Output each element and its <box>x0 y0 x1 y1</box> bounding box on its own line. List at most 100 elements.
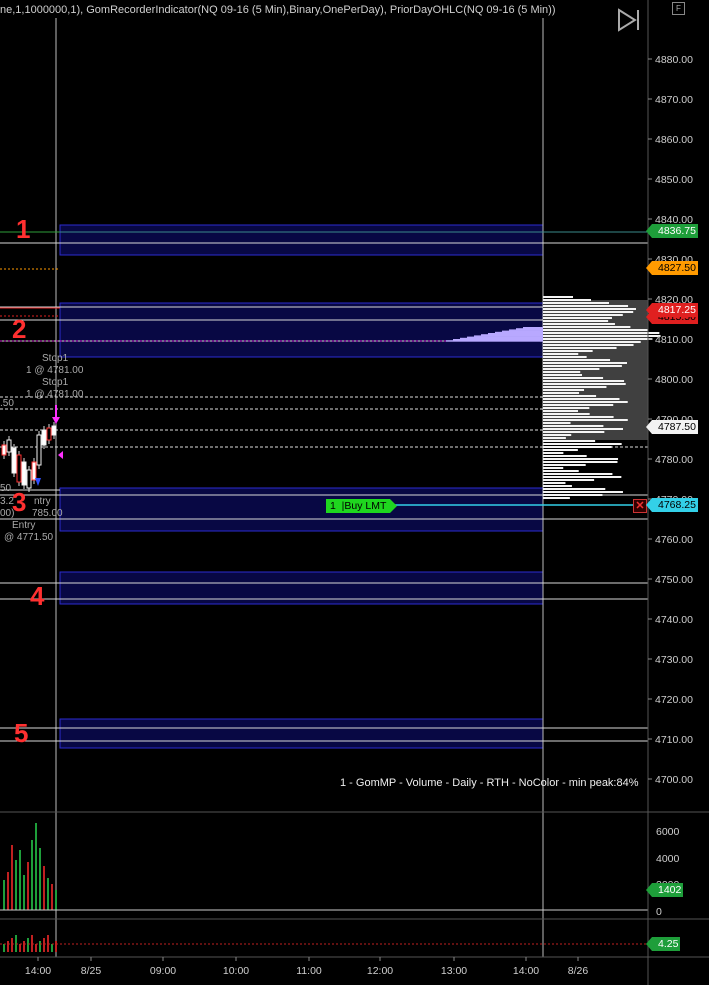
profile-bar <box>543 434 572 436</box>
entry-label-cut: ntry <box>34 496 51 507</box>
price-tick-label: 4740.00 <box>655 614 693 626</box>
price-tick-label: 4760.00 <box>655 534 693 546</box>
chart-control-button[interactable]: F <box>672 2 685 15</box>
price-tick-label: 4720.00 <box>655 694 693 706</box>
profile-bar <box>543 443 622 445</box>
volume-bar <box>19 850 21 910</box>
buy-limit-order[interactable]: 1 |Buy LMT <box>326 499 398 513</box>
price-tag-zone1: 4836.75 <box>646 224 698 238</box>
volume-bar <box>23 875 25 910</box>
profile-bar <box>543 455 587 457</box>
price-tick-label: 4850.00 <box>655 174 693 186</box>
profile-bar <box>543 452 564 454</box>
price-tick-label: 4800.00 <box>655 374 693 386</box>
profile-bar <box>543 302 609 304</box>
order-type: Buy LMT <box>344 500 387 512</box>
zone-3-box[interactable] <box>59 487 544 532</box>
indicator-bar <box>35 944 37 952</box>
profile-bar <box>543 374 583 376</box>
chart-canvas[interactable]: 4880.004870.004860.004850.004840.004830.… <box>0 0 709 985</box>
volume-bar <box>39 848 41 910</box>
price-tick-label: 4710.00 <box>655 734 693 746</box>
profile-bar <box>543 380 625 382</box>
profile-bar <box>543 386 607 388</box>
indicator-bar <box>55 941 57 952</box>
profile-bar <box>543 317 612 319</box>
zone-label-5: 5 <box>14 718 29 748</box>
order-qty: 1 <box>330 500 336 512</box>
time-tick-label: 11:00 <box>296 965 322 977</box>
profile-bar <box>543 368 600 370</box>
profile-bar <box>543 401 628 403</box>
profile-bar <box>543 320 609 322</box>
volume-bar <box>51 884 53 910</box>
profile-bar <box>543 296 573 298</box>
profile-bar <box>446 340 543 342</box>
price-tick-label: 4870.00 <box>655 94 693 106</box>
profile-bar <box>543 371 581 373</box>
profile-bar <box>543 389 585 391</box>
profile-bar <box>543 482 566 484</box>
profile-bar <box>543 356 587 358</box>
profile-bar <box>543 323 615 325</box>
stop-label: Stop1 <box>42 377 69 388</box>
profile-bar <box>543 476 622 478</box>
profile-bar <box>543 332 660 334</box>
price-tick-label: 4700.00 <box>655 774 693 786</box>
zone-2-box[interactable] <box>59 302 544 358</box>
profile-bar <box>543 344 634 346</box>
indicator-bar <box>3 944 5 952</box>
candle-body <box>1 444 7 456</box>
profile-bar <box>543 464 586 466</box>
zone-1-box[interactable] <box>59 224 544 256</box>
candle-body <box>21 461 27 486</box>
profile-bar <box>543 485 572 487</box>
profile-bar <box>543 305 629 307</box>
profile-bar <box>543 494 603 496</box>
profile-bar <box>543 359 611 361</box>
time-tick-label: 10:00 <box>223 965 249 977</box>
volume-bar <box>35 823 37 910</box>
profile-bar <box>543 404 614 406</box>
entry-arrow-icon <box>58 451 63 459</box>
candle-body <box>41 429 47 446</box>
volume-bar <box>43 866 45 910</box>
entry-label-cut: 00) <box>0 508 15 519</box>
play-forward-icon[interactable] <box>616 8 642 32</box>
profile-bar <box>543 341 641 343</box>
profile-bar <box>543 326 631 328</box>
cancel-order-icon[interactable]: ✕ <box>633 499 647 513</box>
profile-bar <box>543 365 622 367</box>
entry-label: Entry <box>12 520 36 531</box>
profile-bar <box>543 410 579 412</box>
candle-body <box>11 447 17 474</box>
zone-label-2: 2 <box>12 314 27 344</box>
price-tag-prior: 4827.50 <box>646 261 698 275</box>
entry-label-cut: 50 <box>0 483 12 494</box>
volume-bar <box>11 845 13 910</box>
price-tick-label: 4780.00 <box>655 454 693 466</box>
price-tick-label: 4750.00 <box>655 574 693 586</box>
price-tick-label: 4880.00 <box>655 54 693 66</box>
profile-bar <box>543 416 614 418</box>
indicator-bar <box>19 944 21 952</box>
stop-price: 1 @ 4781.00 <box>26 389 84 400</box>
volume-bar <box>47 878 49 910</box>
profile-bar <box>543 425 604 427</box>
profile-caption: 1 - GomMP - Volume - Daily - RTH - NoCol… <box>340 777 639 789</box>
profile-bar <box>543 407 590 409</box>
volume-bar <box>27 862 29 910</box>
zone-5-box[interactable] <box>59 718 544 749</box>
entry-label-cut: 785.00 <box>32 508 63 519</box>
entry-label-cut: 3.2 <box>0 496 14 507</box>
indicator-last-tag: 4.25 <box>645 937 681 951</box>
indicator-bar <box>51 944 53 952</box>
candle-body <box>31 461 37 481</box>
volume-bar <box>15 860 17 910</box>
price-tag-order: 4768.25 <box>646 498 698 512</box>
price-tag-high: 4817.25 <box>646 303 698 317</box>
profile-bar <box>543 383 626 385</box>
volume-tick-label: 4000 <box>656 853 680 865</box>
price-tick-label: 4810.00 <box>655 334 693 346</box>
profile-bar <box>543 467 564 469</box>
